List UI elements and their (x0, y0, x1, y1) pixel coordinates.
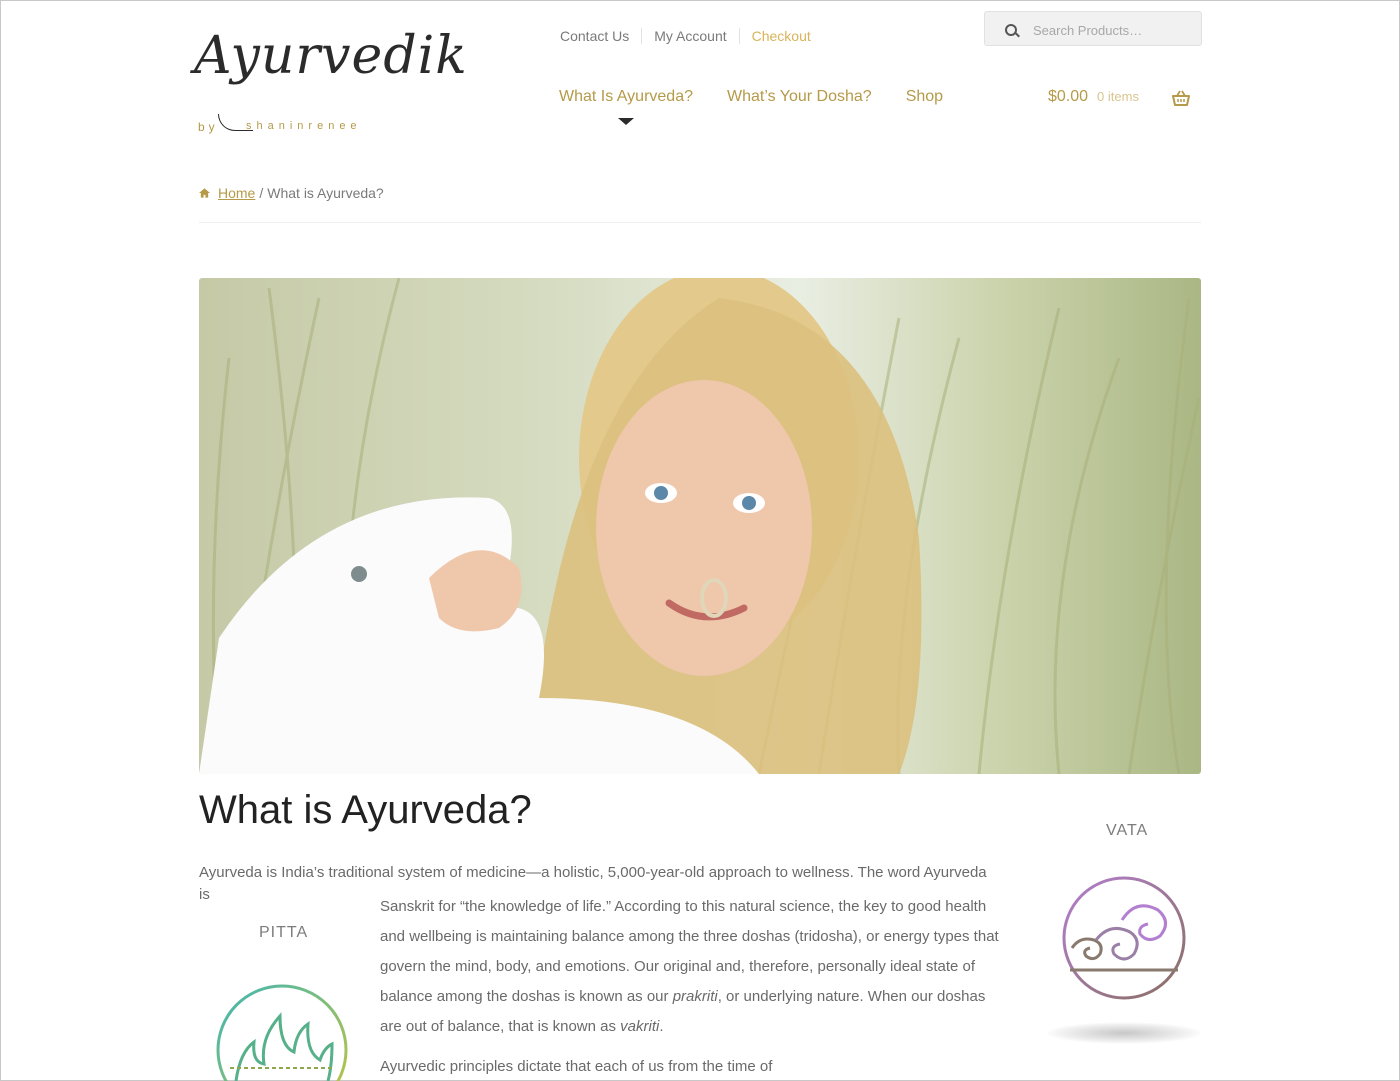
second-paragraph: Ayurvedic principles dictate that each o… (380, 1058, 773, 1075)
vata-wind-icon (1062, 876, 1186, 1000)
cart-item-count: 0 items (1097, 89, 1139, 104)
term-vakriti: vakriti (620, 1018, 660, 1035)
breadcrumb-separator: / (259, 185, 264, 201)
search-input[interactable] (1031, 18, 1195, 42)
breadcrumb-home-link[interactable]: Home (218, 185, 255, 201)
vata-label: VATA (1106, 822, 1149, 839)
logo-by-text: by (198, 120, 219, 134)
checkout-link[interactable]: Checkout (740, 28, 823, 44)
basket-icon[interactable] (1172, 90, 1190, 106)
page-title: What is Ayurveda? (199, 788, 532, 832)
my-account-link[interactable]: My Account (642, 28, 738, 44)
nav-shop[interactable]: Shop (889, 88, 960, 106)
product-search (984, 11, 1202, 46)
secondary-nav: Contact Us My Account Checkout (548, 28, 823, 44)
hero-image (199, 278, 1201, 774)
body-paragraph: Sanskrit for “the knowledge of life.” Ac… (380, 892, 1010, 1042)
pitta-flame-icon (216, 984, 348, 1081)
term-prakriti: prakriti (672, 988, 718, 1005)
contact-us-link[interactable]: Contact Us (548, 28, 641, 44)
vata-icon-shadow (1046, 1022, 1202, 1044)
breadcrumb-current: What is Ayurveda? (267, 185, 384, 201)
body-text-c: . (659, 1018, 664, 1035)
nav-what-is-ayurveda[interactable]: What Is Ayurveda? (542, 88, 710, 125)
hero-illustration (199, 278, 1201, 774)
logo-script-text: Ayurvedik (194, 26, 468, 86)
pitta-label: PITTA (259, 924, 309, 941)
primary-nav: What Is Ayurveda? What’s Your Dosha? Sho… (542, 88, 960, 125)
home-icon (199, 188, 210, 198)
breadcrumb-divider (199, 222, 1201, 223)
logo-name-text: shaninrenee (246, 120, 362, 132)
cart-summary[interactable]: $0.00 0 items (1048, 88, 1139, 106)
breadcrumb: Home / What is Ayurveda? (199, 185, 384, 201)
nav-whats-your-dosha[interactable]: What’s Your Dosha? (710, 88, 889, 106)
search-icon[interactable] (1005, 24, 1017, 36)
cart-amount: $0.00 (1048, 88, 1089, 105)
site-logo[interactable]: Ayurvedik by shaninrenee (194, 26, 467, 138)
